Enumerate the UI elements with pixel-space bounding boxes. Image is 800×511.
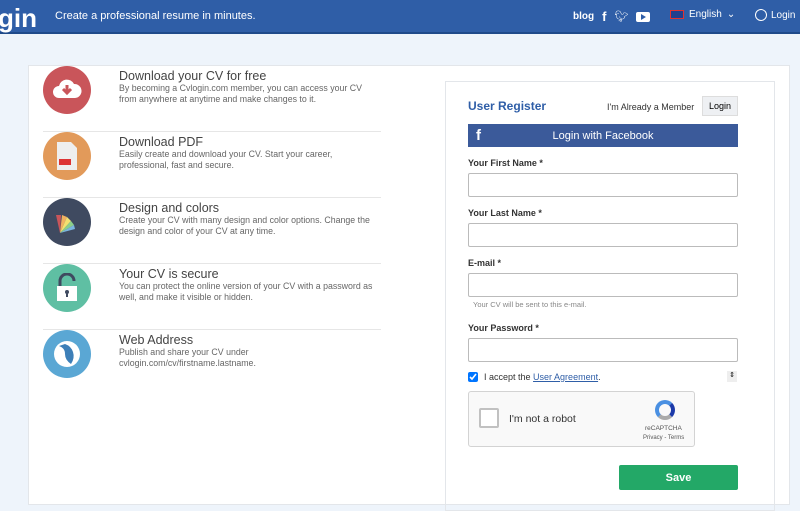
feature-item: Design and colors Create your CV with man…: [43, 198, 381, 264]
save-button[interactable]: Save: [619, 465, 738, 490]
language-select[interactable]: English ⌄: [670, 9, 735, 20]
recaptcha-checkbox[interactable]: [479, 408, 499, 428]
facebook-label: Login with Facebook: [552, 129, 654, 142]
feature-desc: You can protect the online version of yo…: [119, 281, 373, 302]
main-card: Download your CV for free By becoming a C…: [28, 65, 790, 511]
feature-desc: Easily create and download your CV. Star…: [119, 149, 333, 170]
lock-icon: [43, 264, 91, 312]
recaptcha-widget: I'm not a robot reCAPTCHA Privacy - Term…: [468, 391, 695, 447]
feature-title: Your CV is secure: [119, 267, 219, 281]
last-name-label: Your Last Name *: [468, 208, 542, 218]
recaptcha-links[interactable]: Privacy - Terms: [643, 435, 684, 441]
feature-item: Web Address Publish and share your CV und…: [43, 330, 381, 396]
login-button[interactable]: Login: [702, 96, 739, 116]
form-title: User Register: [468, 99, 547, 113]
user-agreement-link[interactable]: User Agreement: [533, 372, 598, 382]
password-input[interactable]: [468, 338, 738, 362]
first-name-input[interactable]: [468, 173, 738, 197]
facebook-icon: f: [476, 127, 481, 144]
cloud-download-icon: [43, 66, 91, 114]
email-label: E-mail *: [468, 258, 502, 268]
recaptcha-logo-icon: [655, 400, 675, 420]
password-label: Your Password *: [468, 323, 539, 333]
already-member: I'm Already a Member: [607, 102, 695, 112]
login-link[interactable]: Login: [755, 9, 795, 21]
accept-label: I accept the: [484, 372, 531, 382]
chevron-down-icon: ⌄: [726, 9, 736, 20]
feature-title: Web Address: [119, 333, 194, 347]
feature-desc: Create your CV with many design and colo…: [119, 215, 370, 236]
email-input[interactable]: [468, 273, 738, 297]
login-label: Login: [771, 9, 796, 21]
feature-desc: By becoming a Cvlogin.com member, you ca…: [119, 83, 362, 104]
top-nav: gin Create a professional resume in minu…: [0, 0, 800, 34]
facebook-icon[interactable]: f: [602, 9, 606, 24]
feature-title: Download PDF: [119, 135, 204, 149]
user-icon: [755, 9, 767, 21]
feature-item: Download PDF Easily create and download y…: [43, 132, 381, 198]
scroll-arrows-icon[interactable]: ⇕: [727, 371, 737, 382]
feature-item: Download your CV for free By becoming a C…: [43, 66, 381, 132]
tagline: Create a professional resume in minutes.: [55, 10, 256, 22]
register-form: User Register I'm Already a Member Login…: [445, 81, 775, 511]
globe-icon: [43, 330, 91, 378]
email-hint: Your CV will be sent to this e-mail.: [473, 300, 587, 309]
youtube-icon[interactable]: [636, 11, 651, 22]
feature-title: Download your CV for free: [119, 69, 267, 83]
feature-item: Your CV is secure You can protect the onl…: [43, 264, 381, 330]
color-palette-icon: [43, 198, 91, 246]
accept-text: I accept the User Agreement.: [484, 372, 601, 382]
pdf-file-icon: [43, 132, 91, 180]
language-label: English: [689, 9, 722, 20]
feature-title: Design and colors: [119, 201, 220, 215]
logo[interactable]: gin: [0, 3, 37, 34]
last-name-input[interactable]: [468, 223, 738, 247]
twitter-icon[interactable]: 🐦︎: [614, 10, 628, 23]
feature-desc: Publish and share your CV under cvlogin.…: [119, 347, 256, 368]
accept-checkbox[interactable]: [468, 372, 478, 382]
facebook-login-button[interactable]: f Login with Facebook: [468, 124, 738, 147]
uk-flag-icon: [670, 10, 684, 19]
blog-link[interactable]: blog: [573, 11, 594, 22]
save-label: Save: [665, 471, 692, 484]
first-name-label: Your First Name *: [468, 158, 543, 168]
recaptcha-label: I'm not a robot: [509, 413, 576, 425]
recaptcha-brand: reCAPTCHA: [645, 425, 682, 432]
